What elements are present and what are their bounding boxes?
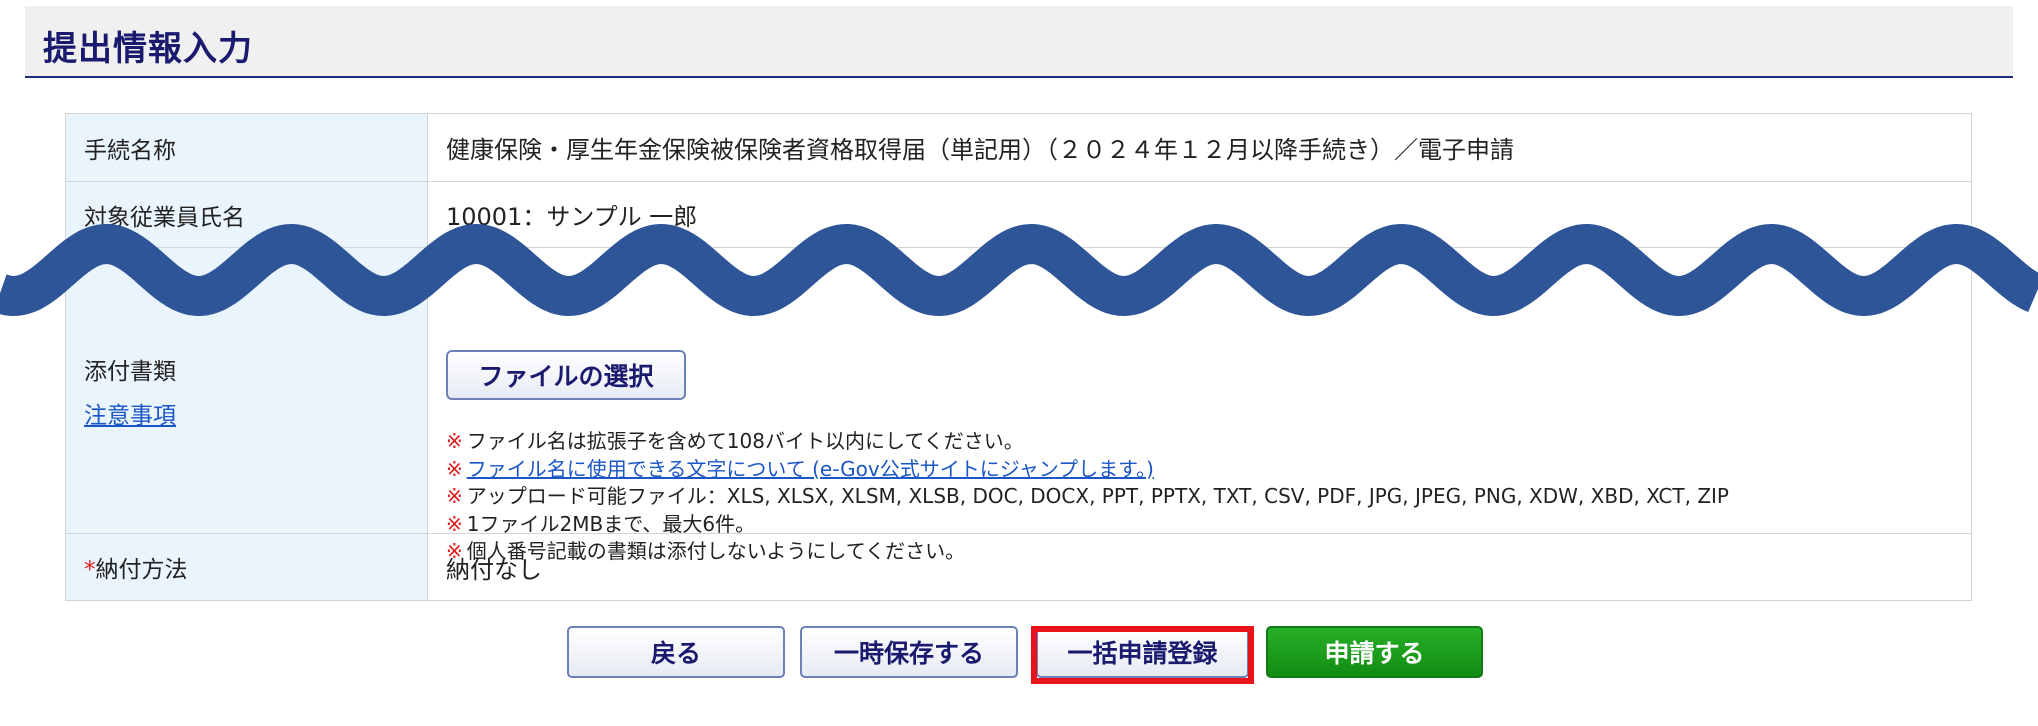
attachment-label: 添付書類 bbox=[84, 358, 176, 385]
note-item: ※ アップロード可能ファイル：XLS, XLSX, XLSM, XLSB, DOC… bbox=[446, 483, 1729, 511]
file-select-button[interactable]: ファイルの選択 bbox=[446, 350, 686, 400]
action-buttons: 戻る 一時保存する 一括申請登録 申請する bbox=[0, 626, 2038, 682]
note-mark: ※ bbox=[446, 539, 463, 563]
note-mark: ※ bbox=[446, 484, 463, 508]
note-text: 1ファイル2MBまで、最大6件。 bbox=[466, 511, 756, 536]
bulk-register-button[interactable]: 一括申請登録 bbox=[1036, 626, 1249, 678]
procedure-value: 健康保険・厚生年金保険被保険者資格取得届（単記用）（２０２４年１２月以降手続き）… bbox=[427, 113, 1972, 182]
page-title: 提出情報入力 bbox=[43, 29, 253, 69]
submission-form-table: 手続名称 健康保険・厚生年金保険被保険者資格取得届（単記用）（２０２４年１２月以… bbox=[65, 113, 1972, 601]
payment-label: 納付方法 bbox=[95, 557, 188, 583]
note-mark: ※ bbox=[446, 511, 463, 536]
attachment-label-cell: 添付書類 注意事項 bbox=[65, 247, 428, 534]
filename-chars-link[interactable]: ファイル名に使用できる文字について (e-Gov公式サイトにジャンプします。) bbox=[467, 457, 1154, 481]
note-item: ※ 個人番号記載の書類は添付しないようにしてください。 bbox=[446, 538, 1729, 566]
notes-link[interactable]: 注意事項 bbox=[84, 396, 409, 430]
employee-label: 対象従業員氏名 bbox=[65, 181, 428, 248]
note-item: ※ ファイル名に使用できる文字について (e-Gov公式サイトにジャンプします。) bbox=[446, 456, 1729, 484]
note-text: アップロード可能ファイル：XLS, XLSX, XLSM, XLSB, DOC,… bbox=[466, 484, 1729, 508]
page-header: 提出情報入力 bbox=[25, 6, 2013, 78]
procedure-label: 手続名称 bbox=[65, 113, 428, 182]
note-item: ※ 1ファイル2MBまで、最大6件。 bbox=[446, 511, 1729, 539]
back-button[interactable]: 戻る bbox=[567, 626, 785, 678]
note-text: 個人番号記載の書類は添付しないようにしてください。 bbox=[466, 539, 966, 563]
form-row-employee: 対象従業員氏名 10001：サンプル 一郎 bbox=[65, 181, 1972, 248]
employee-value: 10001：サンプル 一郎 bbox=[427, 181, 1972, 248]
save-draft-button[interactable]: 一時保存する bbox=[800, 626, 1018, 678]
required-mark: * bbox=[84, 557, 96, 583]
note-item: ※ ファイル名は拡張子を含めて108バイト以内にしてください。 bbox=[446, 428, 1729, 456]
note-mark: ※ bbox=[446, 456, 463, 481]
submit-button[interactable]: 申請する bbox=[1266, 626, 1483, 678]
note-text: ファイル名は拡張子を含めて108バイト以内にしてください。 bbox=[466, 429, 1024, 453]
payment-label-cell: *納付方法 bbox=[65, 533, 428, 601]
note-mark: ※ bbox=[446, 429, 463, 453]
attachment-notes: ※ ファイル名は拡張子を含めて108バイト以内にしてください。 ※ ファイル名に使用… bbox=[446, 428, 1729, 566]
form-row-procedure: 手続名称 健康保険・厚生年金保険被保険者資格取得届（単記用）（２０２４年１２月以… bbox=[65, 113, 1972, 182]
form-row-attachment: 添付書類 注意事項 ファイルの選択 ※ ファイル名は拡張子を含めて108バイト以内… bbox=[65, 247, 1972, 563]
attachment-cell: ファイルの選択 ※ ファイル名は拡張子を含めて108バイト以内にしてください。 ※… bbox=[427, 247, 1972, 563]
